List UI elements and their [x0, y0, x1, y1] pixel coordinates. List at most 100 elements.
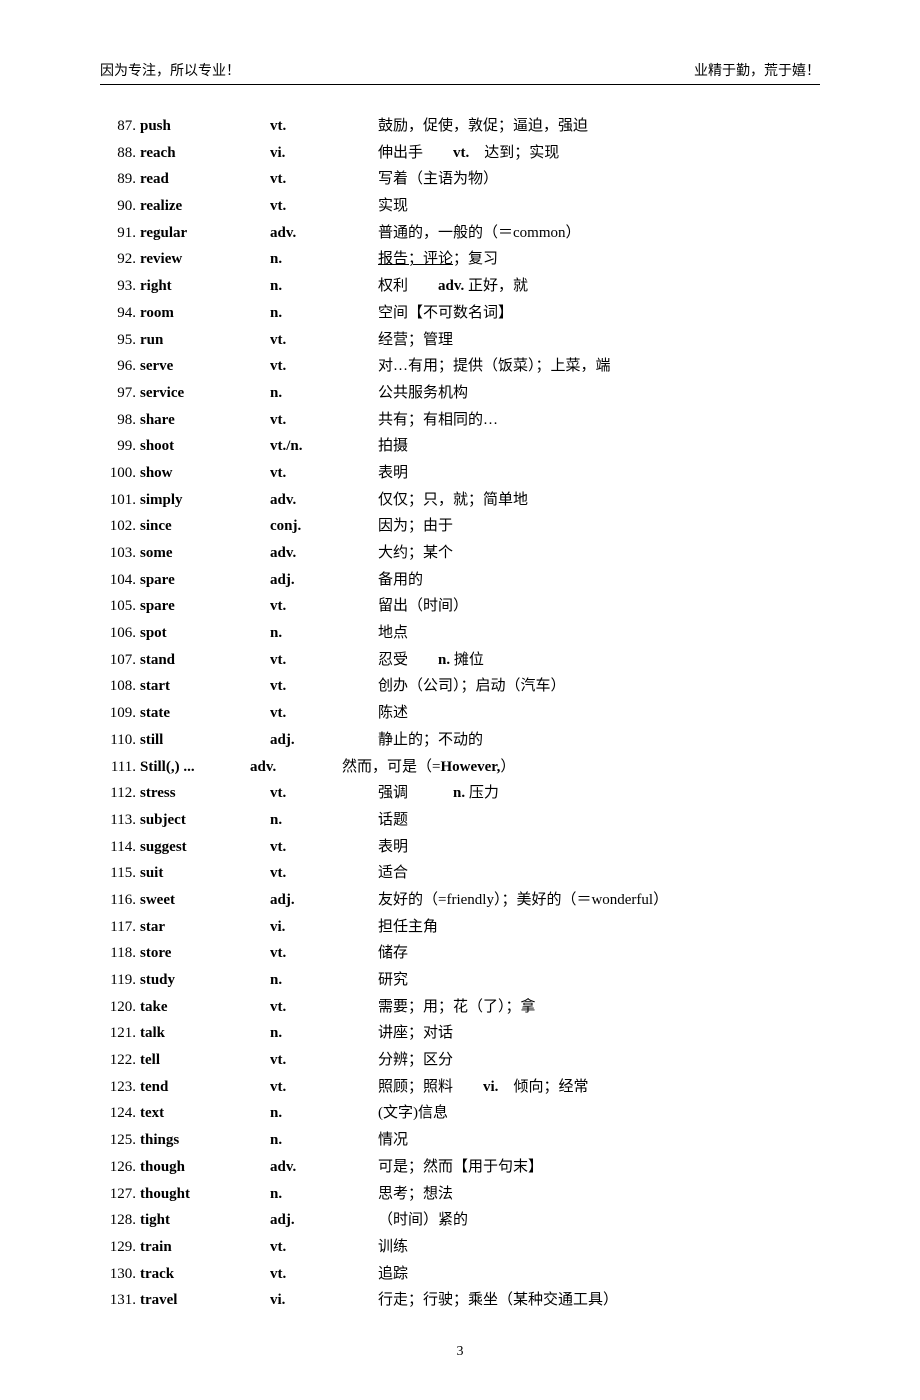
entry-word: read [136, 166, 270, 193]
entry-pos: vt. [270, 647, 378, 674]
entry-definition: 需要；用；花（了）；拿 [378, 994, 820, 1021]
entry-pos: n. [270, 1100, 378, 1127]
vocab-entry: 127.thoughtn.思考；想法 [100, 1181, 820, 1208]
entry-word: spare [136, 567, 270, 594]
vocab-entry: 121.talkn.讲座；对话 [100, 1020, 820, 1047]
entry-number: 108. [100, 673, 136, 700]
entry-word: stress [136, 780, 270, 807]
entry-pos: vt. [270, 1047, 378, 1074]
entry-number: 115. [100, 860, 136, 887]
vocab-entry: 106.spotn.地点 [100, 620, 820, 647]
entry-number: 109. [100, 700, 136, 727]
entry-word: simply [136, 487, 270, 514]
entry-number: 112. [100, 780, 136, 807]
vocab-entry: 97.servicen.公共服务机构 [100, 380, 820, 407]
entry-definition: 表明 [378, 834, 820, 861]
entry-word: state [136, 700, 270, 727]
entry-pos: n. [270, 246, 378, 273]
vocab-entry: 101.simplyadv.仅仅；只，就；简单地 [100, 487, 820, 514]
entry-word: take [136, 994, 270, 1021]
entry-number: 111. [100, 754, 136, 781]
vocab-entry: 89.readvt.写着（主语为物） [100, 166, 820, 193]
vocab-entry: 128.tightadj.（时间）紧的 [100, 1207, 820, 1234]
entry-pos: n. [270, 807, 378, 834]
entry-pos: vt. [270, 407, 378, 434]
vocab-entry: 123.tendvt.照顾；照料 vi. 倾向；经常 [100, 1074, 820, 1101]
entry-pos: n. [270, 273, 378, 300]
entry-word: though [136, 1154, 270, 1181]
entry-word: study [136, 967, 270, 994]
entry-pos: vt. [270, 1234, 378, 1261]
page-number: 3 [457, 1344, 464, 1359]
entry-word: store [136, 940, 270, 967]
entry-pos: vt. [270, 593, 378, 620]
entry-definition: 权利 adv. 正好，就 [378, 273, 820, 300]
entry-pos: n. [270, 620, 378, 647]
entry-number: 124. [100, 1100, 136, 1127]
entry-number: 101. [100, 487, 136, 514]
vocab-entry: 96.servevt.对…有用；提供（饭菜）；上菜，端 [100, 353, 820, 380]
entry-pos: n. [270, 1127, 378, 1154]
entry-word: subject [136, 807, 270, 834]
entry-number: 102. [100, 513, 136, 540]
entry-number: 96. [100, 353, 136, 380]
entry-definition: 大约；某个 [378, 540, 820, 567]
entry-number: 118. [100, 940, 136, 967]
entry-definition: 忍受 n. 摊位 [378, 647, 820, 674]
entry-definition: 强调 n. 压力 [378, 780, 820, 807]
entry-definition: 话题 [378, 807, 820, 834]
entry-definition: 研究 [378, 967, 820, 994]
entry-number: 122. [100, 1047, 136, 1074]
entry-word: stand [136, 647, 270, 674]
entry-definition: 分辨；区分 [378, 1047, 820, 1074]
vocab-entry: 95.runvt.经营；管理 [100, 327, 820, 354]
entry-word: text [136, 1100, 270, 1127]
vocab-entry: 130.trackvt.追踪 [100, 1261, 820, 1288]
entry-word: Still(,) ... [136, 754, 250, 781]
entry-number: 114. [100, 834, 136, 861]
entry-pos: vi. [270, 914, 378, 941]
entry-pos: n. [270, 1020, 378, 1047]
vocab-entry: 122.tellvt.分辨；区分 [100, 1047, 820, 1074]
entry-number: 100. [100, 460, 136, 487]
entry-pos: vt. [270, 166, 378, 193]
entry-number: 97. [100, 380, 136, 407]
entry-word: since [136, 513, 270, 540]
entry-number: 119. [100, 967, 136, 994]
entry-number: 129. [100, 1234, 136, 1261]
entry-definition: （时间）紧的 [378, 1207, 820, 1234]
vocab-entry: 114.suggestvt.表明 [100, 834, 820, 861]
entry-word: still [136, 727, 270, 754]
entry-pos: vt. [270, 700, 378, 727]
entry-definition: 经营；管理 [378, 327, 820, 354]
entry-word: train [136, 1234, 270, 1261]
entry-number: 117. [100, 914, 136, 941]
entry-pos: vt. [270, 1074, 378, 1101]
entry-pos: adv. [270, 540, 378, 567]
entry-definition: 报告；评论；复习 [378, 246, 820, 273]
entry-pos: vt./n. [270, 433, 378, 460]
vocab-entry: 105.sparevt.留出（时间） [100, 593, 820, 620]
entry-definition: 对…有用；提供（饭菜）；上菜，端 [378, 353, 820, 380]
entry-number: 106. [100, 620, 136, 647]
vocabulary-list: 87.pushvt.鼓励，促使，敦促；逼迫，强迫88.reachvi.伸出手 v… [100, 113, 820, 1314]
entry-word: tend [136, 1074, 270, 1101]
header-right: 业精于勤，荒于嬉！ [694, 60, 820, 80]
entry-definition: 行走；行驶；乘坐（某种交通工具） [378, 1287, 820, 1314]
entry-word: some [136, 540, 270, 567]
vocab-entry: 90.realizevt.实现 [100, 193, 820, 220]
entry-number: 87. [100, 113, 136, 140]
entry-number: 107. [100, 647, 136, 674]
vocab-entry: 118.storevt.储存 [100, 940, 820, 967]
entry-definition: 可是；然而【用于句末】 [378, 1154, 820, 1181]
entry-definition: 写着（主语为物） [378, 166, 820, 193]
vocab-entry: 112.stressvt.强调 n. 压力 [100, 780, 820, 807]
entry-pos: vt. [270, 460, 378, 487]
entry-definition: 因为；由于 [378, 513, 820, 540]
entry-definition: 静止的；不动的 [378, 727, 820, 754]
entry-pos: adv. [250, 754, 342, 781]
entry-word: service [136, 380, 270, 407]
entry-definition: 备用的 [378, 567, 820, 594]
entry-pos: vt. [270, 193, 378, 220]
vocab-entry: 87.pushvt.鼓励，促使，敦促；逼迫，强迫 [100, 113, 820, 140]
